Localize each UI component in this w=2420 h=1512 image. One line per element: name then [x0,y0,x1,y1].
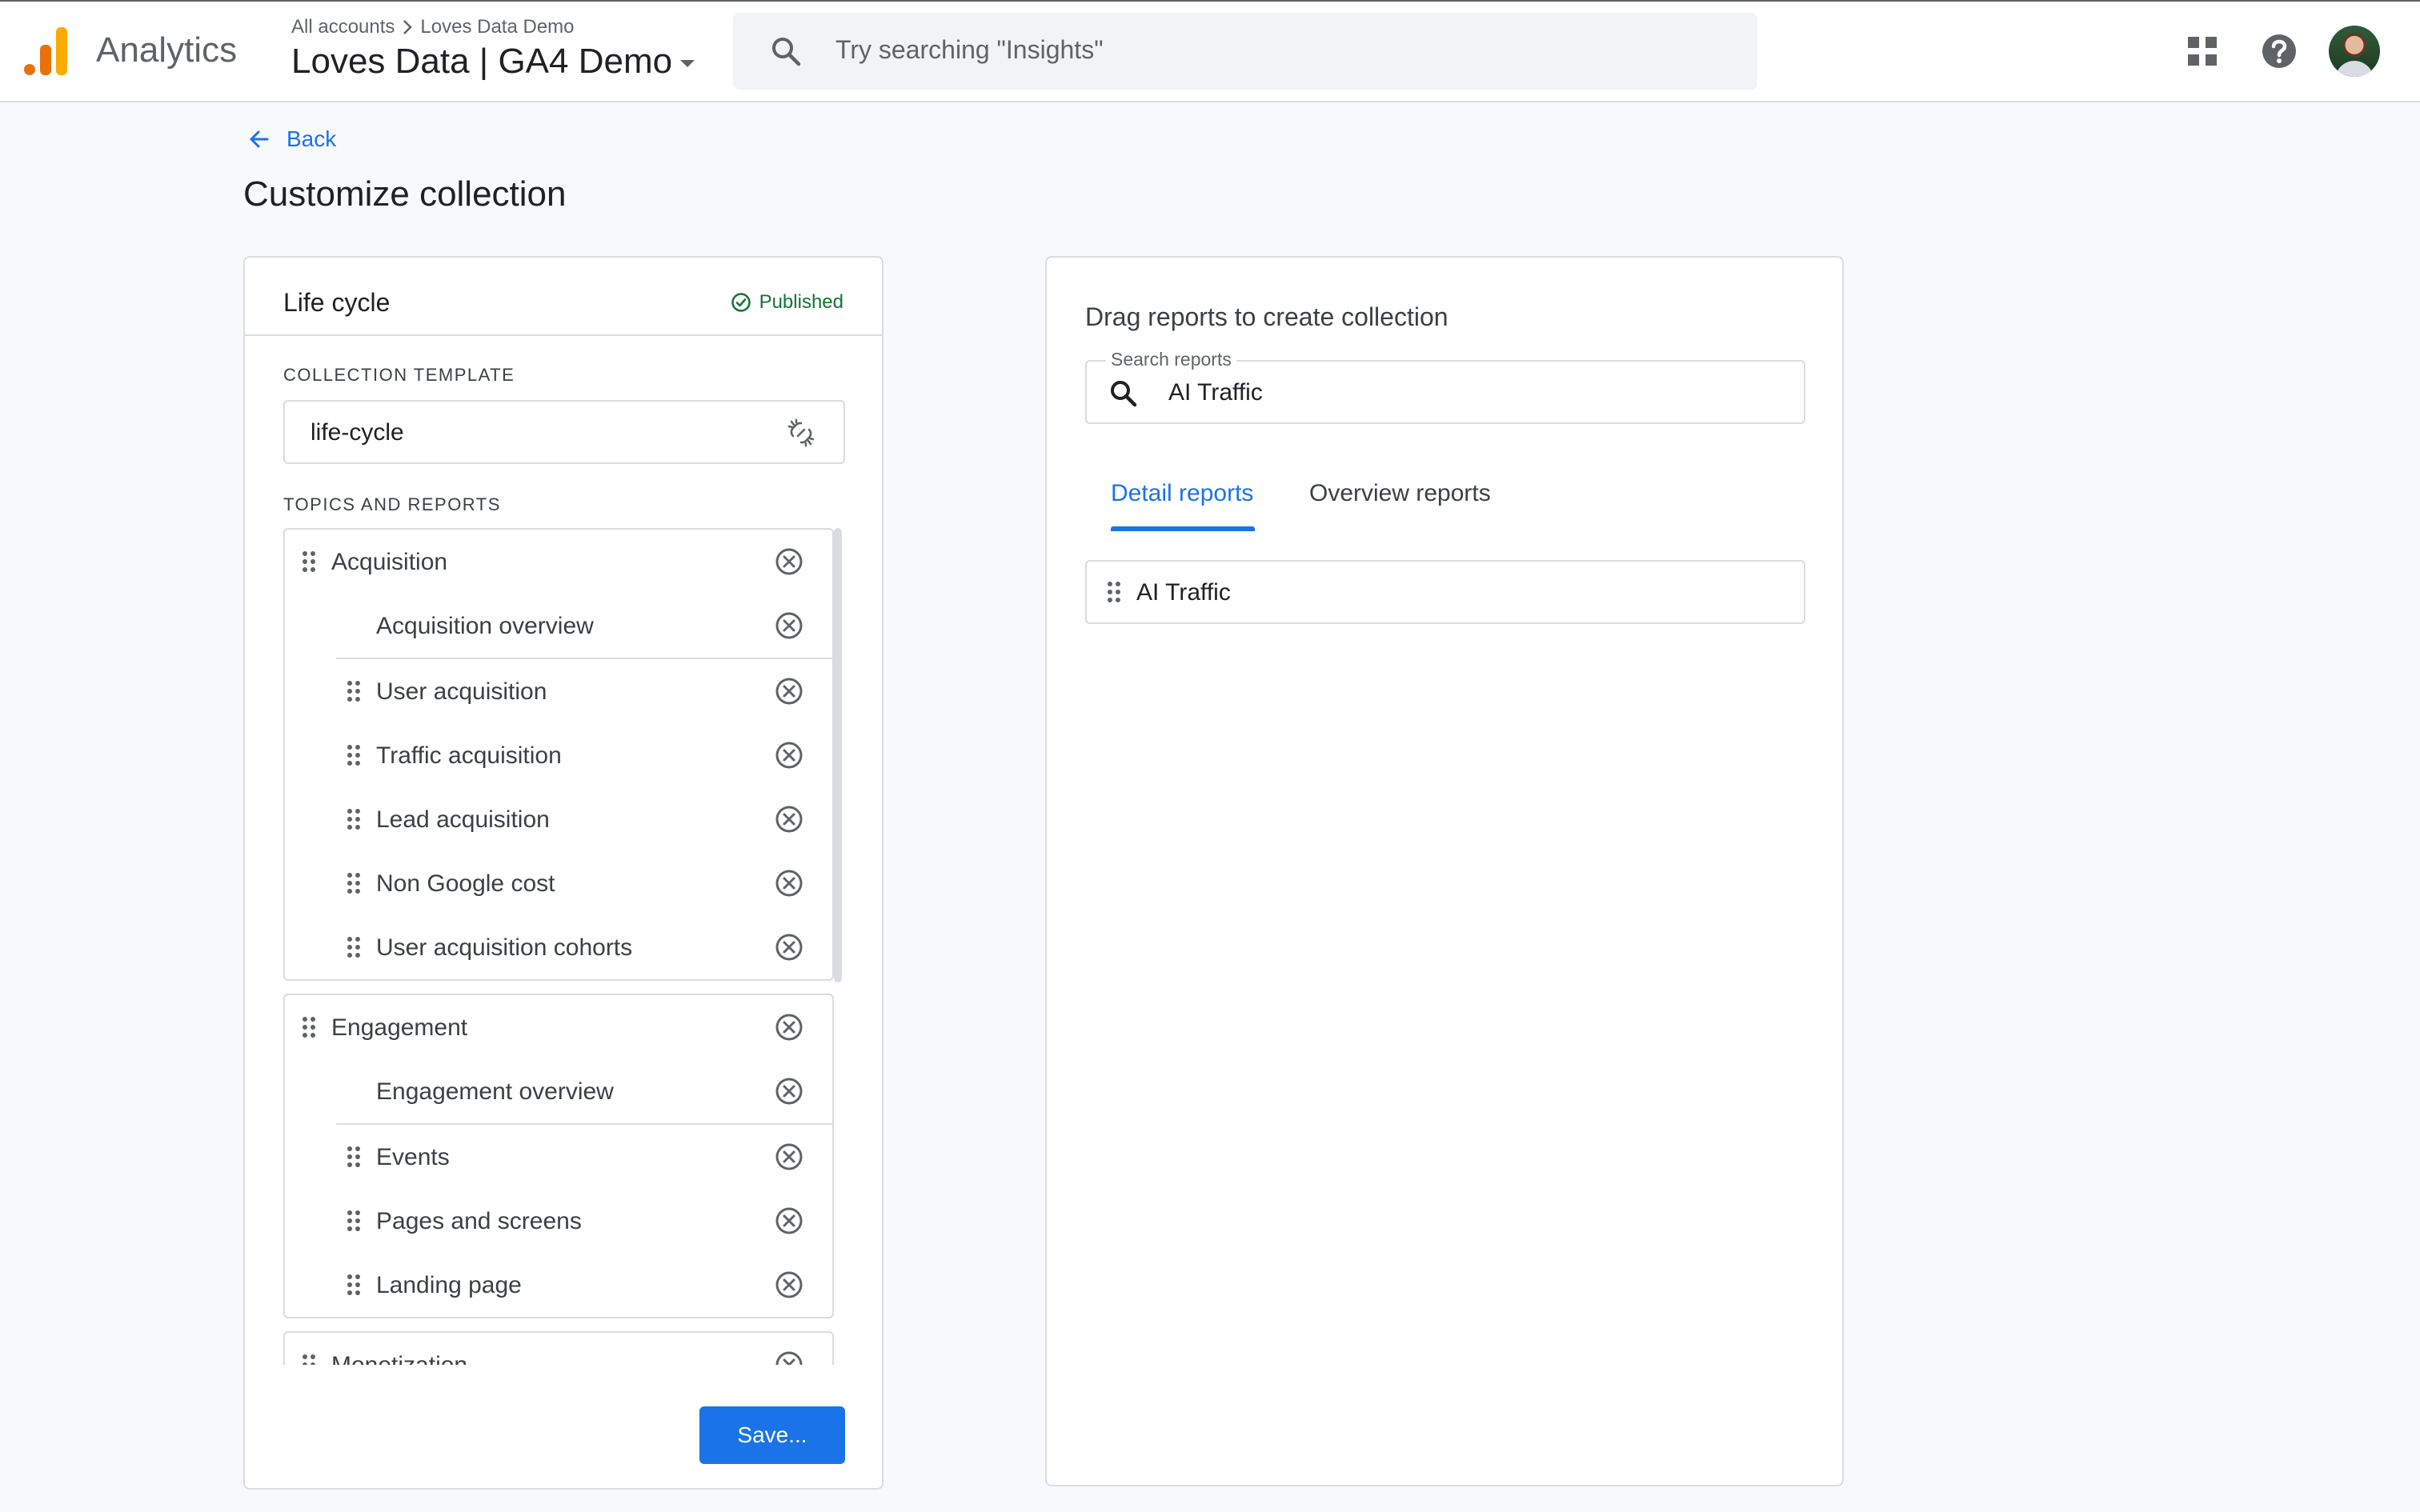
topic-name: Monetization [331,1352,467,1365]
chevron-right-icon [403,20,413,34]
report-row[interactable]: Lead acquisition [285,787,832,851]
topic-name: Acquisition [331,549,448,575]
remove-circle-icon[interactable] [773,1075,805,1107]
report-row[interactable]: Landing page [285,1253,832,1317]
drag-handle-icon[interactable] [301,1016,317,1038]
remove-circle-icon[interactable] [773,1349,805,1365]
topics-scrollbar[interactable] [834,528,842,982]
search-icon [1111,381,1137,407]
report-name: User acquisition cohorts [376,934,633,961]
report-name: Traffic acquisition [376,742,562,769]
report-row[interactable]: Pages and screens [285,1189,832,1253]
apps-grid-icon[interactable] [2177,26,2228,77]
report-row[interactable]: Events [285,1125,832,1189]
search-reports-field[interactable]: Search reports AI Traffic [1085,349,1805,424]
remove-circle-icon[interactable] [773,1011,805,1043]
remove-circle-icon[interactable] [773,867,805,899]
dropdown-caret-icon [680,59,695,67]
remove-circle-icon[interactable] [773,610,805,642]
report-row[interactable]: User acquisition [285,659,832,723]
collection-header: Life cycle Published [245,258,882,336]
topics-label: TOPICS AND REPORTS [283,494,501,514]
report-name: Landing page [376,1272,522,1298]
collection-template-field[interactable]: life-cycle [283,400,845,464]
report-name: Pages and screens [376,1208,582,1234]
collection-name: Life cycle [283,288,391,317]
arrow-back-icon [250,130,269,148]
topic-group-acquisition: Acquisition Acquisition overview User ac… [283,528,834,981]
search-icon [772,38,801,66]
report-row[interactable]: Traffic acquisition [285,723,832,787]
drag-handle-icon[interactable] [346,680,362,702]
search-reports-label: Search reports [1106,349,1236,370]
drag-handle-icon[interactable] [346,1274,362,1296]
check-circle-icon [731,293,751,312]
report-name: Non Google cost [376,870,555,897]
back-link[interactable]: Back [248,126,336,152]
topic-group-engagement: Engagement Engagement overview Events Pa… [283,994,834,1318]
topic-name: Engagement [331,1014,468,1041]
back-label: Back [286,126,337,151]
remove-circle-icon[interactable] [773,931,805,963]
report-result-item[interactable]: AI Traffic [1085,560,1805,624]
app-name: Analytics [96,30,238,70]
remove-circle-icon[interactable] [773,739,805,771]
unlink-icon[interactable] [786,418,816,448]
breadcrumb-account[interactable]: Loves Data Demo [420,16,574,38]
drag-handle-icon[interactable] [346,872,362,894]
report-row[interactable]: User acquisition cohorts [285,915,832,979]
drag-handle-icon[interactable] [346,1210,362,1232]
remove-circle-icon[interactable] [773,1205,805,1237]
drag-handle-icon[interactable] [1106,581,1122,603]
collection-template-value: life-cycle [311,419,404,446]
overview-report-row: Engagement overview [285,1059,832,1123]
save-button[interactable]: Save... [699,1406,845,1464]
drag-handle-icon[interactable] [346,936,362,958]
remove-circle-icon[interactable] [773,803,805,835]
topic-group-monetization: Monetization [283,1331,834,1365]
tab-overview-reports[interactable]: Overview reports [1309,480,1491,507]
overview-report-row: Acquisition overview [285,594,832,658]
property-selector[interactable]: Loves Data | GA4 Demo [291,42,695,82]
account-avatar[interactable] [2329,26,2380,77]
report-library-card: Drag reports to create collection Search… [1045,256,1844,1486]
topics-list[interactable]: Acquisition Acquisition overview User ac… [283,528,866,1365]
tab-detail-reports[interactable]: Detail reports [1111,480,1253,507]
drag-handle-icon[interactable] [346,808,362,830]
topic-row[interactable]: Engagement [285,995,832,1059]
active-tab-indicator [1111,526,1255,531]
collection-template-label: COLLECTION TEMPLATE [283,365,515,385]
drag-handle-icon[interactable] [301,550,317,573]
top-app-bar: Analytics All accounts Loves Data Demo L… [0,0,2420,102]
report-name: Engagement overview [376,1078,614,1105]
breadcrumb: All accounts Loves Data Demo [291,16,575,38]
status-text: Published [759,291,843,313]
drag-handle-icon[interactable] [301,1354,317,1365]
status-badge: Published [731,291,843,314]
report-name: Lead acquisition [376,806,550,833]
remove-circle-icon[interactable] [773,1141,805,1173]
remove-circle-icon[interactable] [773,546,805,578]
drag-handle-icon[interactable] [346,1146,362,1168]
report-row[interactable]: Non Google cost [285,851,832,915]
topic-row[interactable]: Monetization [285,1333,832,1365]
remove-circle-icon[interactable] [773,675,805,707]
breadcrumb-all-accounts[interactable]: All accounts [291,16,395,38]
global-search-bar[interactable]: Try searching "Insights" [733,13,1757,90]
report-result-label: AI Traffic [1136,579,1231,606]
topic-row[interactable]: Acquisition [285,530,832,594]
analytics-logo-icon[interactable] [24,27,67,75]
library-title: Drag reports to create collection [1085,302,1448,331]
help-icon[interactable] [2254,26,2305,77]
search-reports-input[interactable]: AI Traffic [1168,379,1263,406]
property-name: Loves Data | GA4 Demo [291,42,673,81]
report-name: User acquisition [376,678,547,705]
page-title: Customize collection [243,174,567,214]
collection-editor-card: Life cycle Published COLLECTION TEMPLATE… [243,256,883,1490]
report-name: Events [376,1144,450,1170]
remove-circle-icon[interactable] [773,1269,805,1301]
search-placeholder: Try searching "Insights" [835,35,1104,64]
report-name: Acquisition overview [376,613,594,639]
drag-handle-icon[interactable] [346,744,362,766]
